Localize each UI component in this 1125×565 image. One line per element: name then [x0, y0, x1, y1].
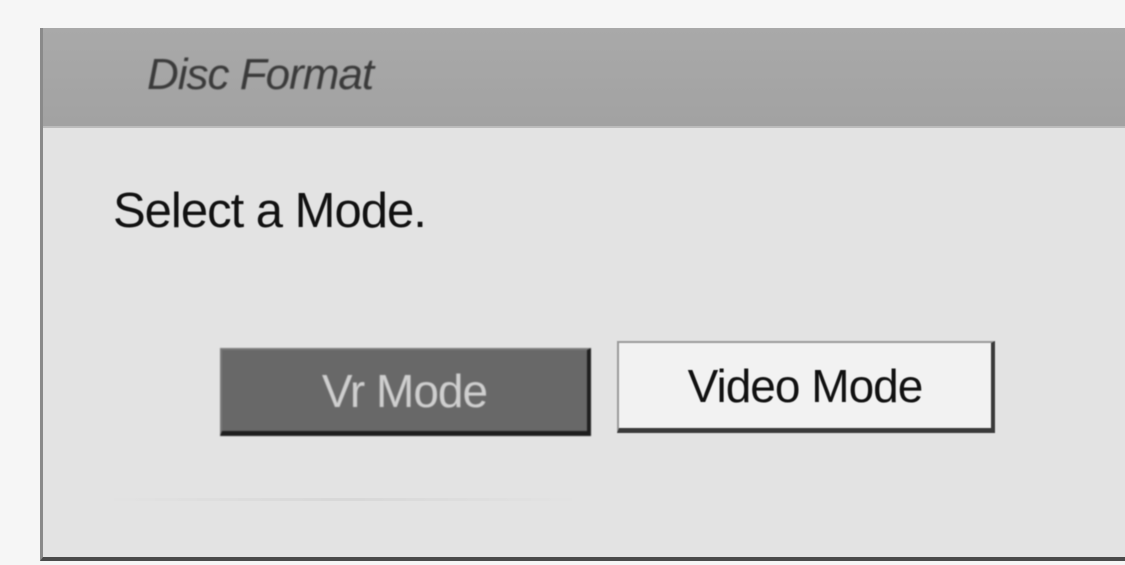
video-mode-button[interactable]: Video Mode	[617, 341, 995, 433]
video-mode-button-label: Video Mode	[687, 359, 924, 412]
vr-mode-button[interactable]: Vr Mode	[220, 348, 591, 436]
mode-prompt: Select a Mode.	[113, 184, 427, 238]
dialog-title-bar: Disc Format	[43, 28, 1125, 128]
dialog-title: Disc Format	[147, 50, 374, 99]
decorative-divider	[103, 498, 583, 501]
vr-mode-button-label: Vr Mode	[321, 364, 488, 417]
disc-format-dialog: Disc Format Select a Mode. Vr Mode Video…	[40, 28, 1125, 561]
screen: Disc Format Select a Mode. Vr Mode Video…	[0, 0, 1125, 565]
